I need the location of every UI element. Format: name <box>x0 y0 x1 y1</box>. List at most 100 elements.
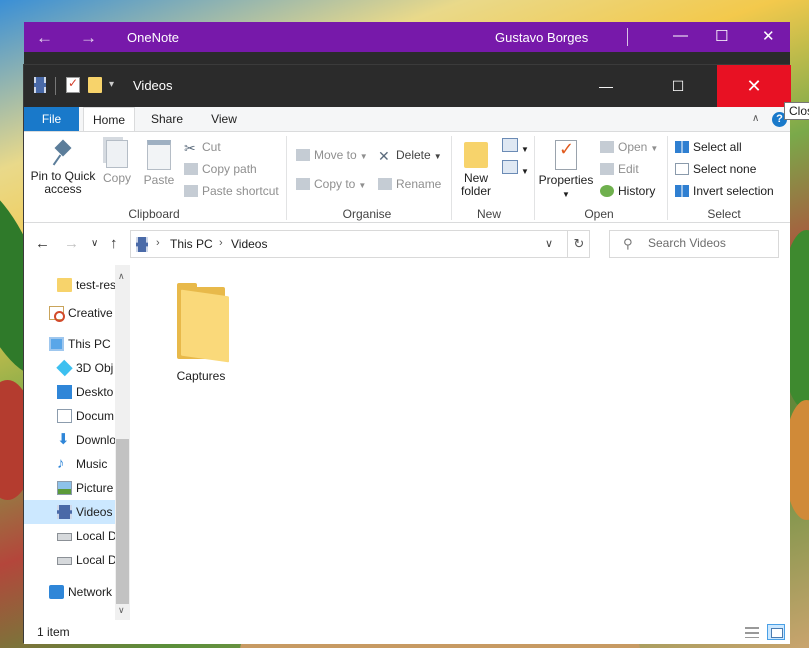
new-item-icon <box>502 138 518 152</box>
edit-label: Edit <box>618 162 639 176</box>
scissors-icon: ✂ <box>184 140 196 156</box>
breadcrumb-this-pc[interactable]: This PC <box>170 237 213 251</box>
tab-home[interactable]: Home <box>83 107 135 132</box>
cut-button[interactable]: ✂ Cut <box>184 138 221 156</box>
forward-arrow-icon[interactable]: → <box>64 235 79 252</box>
qat-properties-icon[interactable] <box>66 76 80 93</box>
close-button[interactable]: ✕ <box>717 65 791 107</box>
tab-share[interactable]: Share <box>142 107 192 131</box>
group-label-clipboard: Clipboard <box>128 207 180 221</box>
pin-icon <box>53 140 73 166</box>
scrollbar-thumb[interactable] <box>116 439 129 604</box>
desktop-icon <box>57 385 72 399</box>
properties-button[interactable]: Properties ▼ <box>538 140 594 201</box>
group-label-select: Select <box>707 207 741 221</box>
group-label-new: New <box>476 207 501 221</box>
edit-button[interactable]: Edit <box>600 160 639 178</box>
scroll-down-icon[interactable]: ∨ <box>118 605 125 616</box>
easy-access-button[interactable]: ▼ <box>502 160 529 178</box>
onenote-separator <box>627 28 628 46</box>
file-list[interactable]: Captures <box>130 265 790 620</box>
rename-label: Rename <box>396 177 442 191</box>
search-input[interactable] <box>648 236 768 250</box>
videos-icon <box>57 505 72 519</box>
breadcrumb-separator-icon[interactable]: › <box>219 237 223 249</box>
pictures-icon <box>57 481 72 495</box>
rename-button[interactable]: Rename <box>378 175 441 193</box>
nav-item-label: Music <box>76 457 108 471</box>
file-item-name: Captures <box>176 369 226 383</box>
copy-to-button[interactable]: Copy to ▼ <box>296 175 366 193</box>
history-button[interactable]: History <box>600 182 655 200</box>
tab-file[interactable]: File <box>24 107 79 131</box>
nav-item-label: This PC <box>68 337 111 351</box>
documents-icon <box>57 409 72 423</box>
tab-view[interactable]: View <box>199 107 249 131</box>
open-button[interactable]: Open ▼ <box>600 138 658 156</box>
paste-shortcut-label: Paste shortcut <box>202 184 279 198</box>
breadcrumb-videos[interactable]: Videos <box>231 237 267 251</box>
group-label-organise: Organise <box>342 207 392 221</box>
collapse-ribbon-icon[interactable]: ∧ <box>752 113 759 124</box>
recent-locations-chevron-icon[interactable]: ∨ <box>91 238 98 249</box>
maximize-button[interactable]: ☐ <box>641 65 715 107</box>
address-bar[interactable]: › This PC › Videos ∨ ↻ <box>130 230 590 258</box>
delete-button[interactable]: ✕ Delete ▼ <box>378 146 442 164</box>
pin-label-line1: Pin to Quick <box>30 169 96 183</box>
navigation-pane-scrollbar[interactable]: ∧ ∨ <box>115 265 130 620</box>
nav-item-label: Network <box>68 585 113 599</box>
paste-label: Paste <box>143 173 175 187</box>
address-dropdown-chevron-icon[interactable]: ∨ <box>545 237 553 250</box>
onenote-close-icon[interactable]: ✕ <box>762 27 775 45</box>
copy-path-button[interactable]: Copy path <box>184 160 257 178</box>
videos-folder-icon <box>34 77 46 93</box>
title-bar[interactable]: ▾ Videos — ☐ ✕ <box>24 65 791 107</box>
large-icons-view-icon[interactable] <box>767 624 785 640</box>
details-view-icon[interactable] <box>745 626 759 638</box>
creative-cloud-icon <box>49 306 65 322</box>
nav-item-label: test-res <box>76 278 117 292</box>
3d-objects-icon <box>56 359 73 377</box>
new-folder-button[interactable]: New folder <box>456 142 496 198</box>
select-none-button[interactable]: Select none <box>675 160 756 178</box>
copy-to-label: Copy to <box>314 177 356 191</box>
up-arrow-icon[interactable]: ↑ <box>110 235 118 252</box>
back-arrow-icon[interactable]: ← <box>35 235 50 252</box>
paste-shortcut-button[interactable]: Paste shortcut <box>184 182 279 200</box>
scroll-up-icon[interactable]: ∧ <box>118 271 125 282</box>
window-title: Videos <box>133 78 173 93</box>
rename-icon <box>378 178 392 190</box>
select-all-button[interactable]: Select all <box>675 138 742 156</box>
delete-icon: ✕ <box>378 148 390 164</box>
copy-to-icon <box>296 178 310 190</box>
move-to-button[interactable]: Move to ▼ <box>296 146 368 164</box>
breadcrumb-separator-icon[interactable]: › <box>156 237 160 249</box>
invert-selection-button[interactable]: Invert selection <box>675 182 774 200</box>
invert-selection-icon <box>675 185 689 197</box>
onenote-minimize-icon[interactable]: — <box>673 27 688 44</box>
select-none-icon <box>675 163 689 175</box>
copy-icon <box>106 140 128 168</box>
onenote-forward-icon[interactable]: → <box>80 28 97 48</box>
search-icon: ⚲ <box>623 236 633 251</box>
pin-to-quick-access-button[interactable]: Pin to Quick access <box>28 140 98 196</box>
qat-customize-chevron-icon[interactable]: ▾ <box>109 79 114 97</box>
onenote-maximize-icon[interactable]: ☐ <box>715 27 728 45</box>
copy-path-icon <box>184 163 198 175</box>
file-item-captures[interactable]: Captures <box>164 283 238 383</box>
ribbon-tabs: File Home Share View ∧ ? <box>24 107 790 132</box>
copy-path-label: Copy path <box>202 162 257 176</box>
onenote-back-icon[interactable]: ← <box>36 28 53 48</box>
move-to-icon <box>296 149 310 161</box>
minimize-button[interactable]: — <box>569 65 643 107</box>
copy-button[interactable]: Copy <box>100 140 134 185</box>
search-box[interactable]: ⚲ <box>609 230 779 258</box>
new-item-button[interactable]: ▼ <box>502 138 529 156</box>
paste-button[interactable]: Paste <box>140 140 178 187</box>
file-explorer-window: ▾ Videos — ☐ ✕ Close File Home Share Vie… <box>23 64 809 644</box>
close-tooltip: Close <box>784 102 809 120</box>
pin-label-line2: access <box>44 182 82 196</box>
refresh-icon[interactable]: ↻ <box>567 231 590 257</box>
onenote-user-name[interactable]: Gustavo Borges <box>495 30 588 45</box>
qat-new-folder-icon[interactable] <box>88 77 102 93</box>
